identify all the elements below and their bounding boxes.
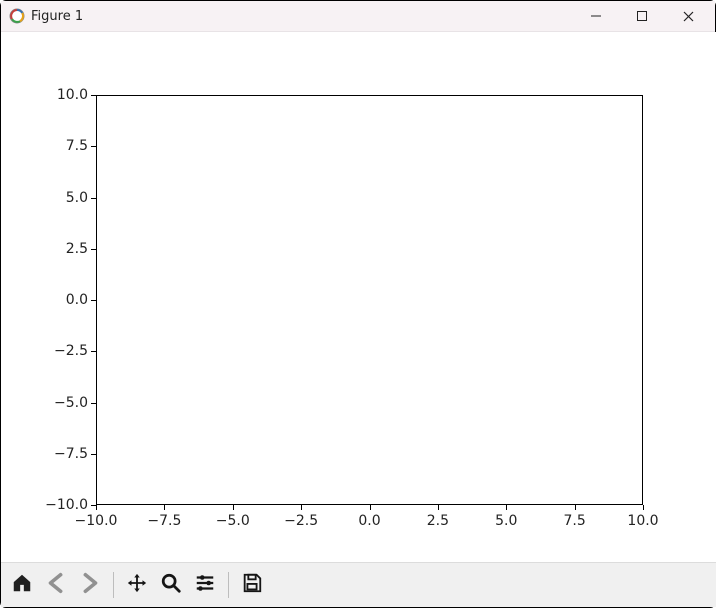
figure-canvas[interactable]: −10.0 −7.5 −5.0 −2.5 0.0 2.5 5.0 7.5 10.0 −10.0 −7… <box>1 32 716 562</box>
y-tick-mark <box>91 403 96 404</box>
x-tick-label: 2.5 <box>427 513 449 529</box>
x-tick-mark <box>233 505 234 510</box>
zoom-button[interactable] <box>156 570 186 600</box>
x-tick-label: 7.5 <box>563 513 585 529</box>
arrow-right-icon <box>79 572 101 598</box>
toolbar-separator <box>228 572 229 598</box>
forward-button[interactable] <box>75 570 105 600</box>
x-tick-mark <box>506 505 507 510</box>
move-icon <box>126 572 148 598</box>
navigation-toolbar <box>1 562 716 607</box>
x-tick-mark <box>370 505 371 510</box>
y-tick-mark <box>91 351 96 352</box>
x-tick-mark <box>164 505 165 510</box>
x-tick-mark <box>575 505 576 510</box>
x-tick-label: 10.0 <box>627 513 658 529</box>
arrow-left-icon <box>45 572 67 598</box>
y-tick-mark <box>91 300 96 301</box>
y-tick-mark <box>91 249 96 250</box>
save-icon <box>241 572 263 598</box>
app-icon <box>9 8 25 24</box>
maximize-button[interactable] <box>619 1 665 32</box>
x-tick-mark <box>96 505 97 510</box>
pan-button[interactable] <box>122 570 152 600</box>
minimize-button[interactable] <box>573 1 619 32</box>
x-tick-label: 0.0 <box>358 513 380 529</box>
toolbar-separator <box>113 572 114 598</box>
y-tick-mark <box>91 198 96 199</box>
home-button[interactable] <box>7 570 37 600</box>
x-tick-mark <box>438 505 439 510</box>
y-tick-label: 0.0 <box>66 292 88 308</box>
y-tick-mark <box>91 454 96 455</box>
x-tick-label: −5.0 <box>216 513 250 529</box>
y-tick-label: −10.0 <box>45 497 88 513</box>
y-tick-label: 10.0 <box>57 87 88 103</box>
x-tick-label: −2.5 <box>284 513 318 529</box>
plot-axes <box>96 95 643 505</box>
home-icon <box>11 572 33 598</box>
window-title: Figure 1 <box>31 9 573 24</box>
y-tick-mark <box>91 95 96 96</box>
y-tick-label: 5.0 <box>66 190 88 206</box>
save-button[interactable] <box>237 570 267 600</box>
close-button[interactable] <box>665 1 711 32</box>
x-tick-mark <box>301 505 302 510</box>
y-tick-mark <box>91 146 96 147</box>
x-tick-mark <box>643 505 644 510</box>
zoom-icon <box>160 572 182 598</box>
x-tick-label: −10.0 <box>75 513 118 529</box>
y-tick-label: −5.0 <box>54 395 88 411</box>
window-controls <box>573 1 711 32</box>
titlebar: Figure 1 <box>1 1 715 32</box>
x-tick-label: −7.5 <box>147 513 181 529</box>
y-tick-label: −7.5 <box>54 446 88 462</box>
back-button[interactable] <box>41 570 71 600</box>
y-tick-mark <box>91 505 96 506</box>
y-tick-label: 2.5 <box>66 241 88 257</box>
y-tick-label: 7.5 <box>66 138 88 154</box>
sliders-icon <box>194 572 216 598</box>
x-tick-label: 5.0 <box>495 513 517 529</box>
configure-subplots-button[interactable] <box>190 570 220 600</box>
y-tick-label: −2.5 <box>54 343 88 359</box>
